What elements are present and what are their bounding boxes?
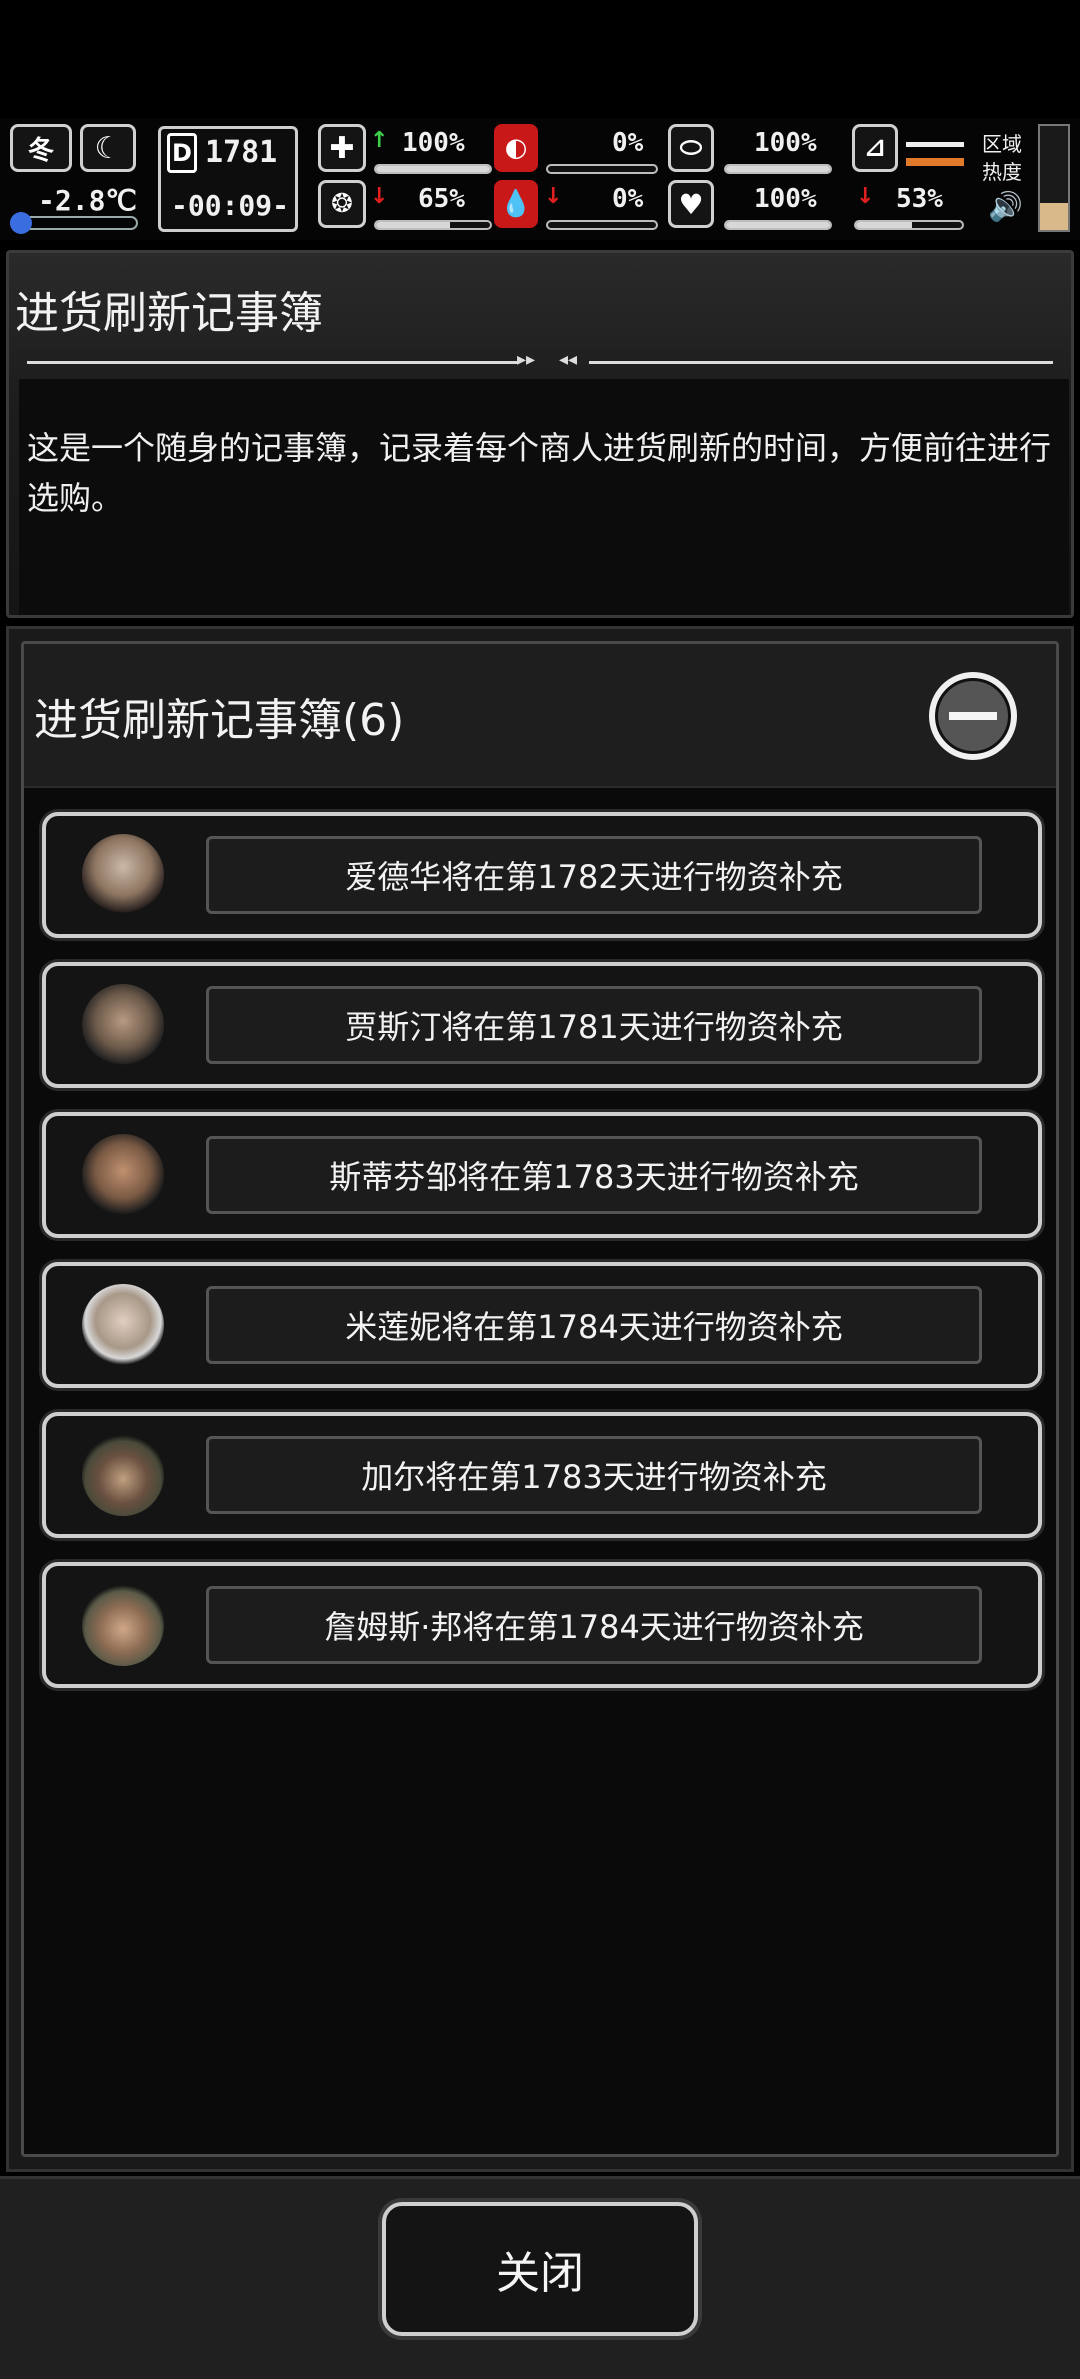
season-label: 冬 [27,135,54,166]
hunger-value: 0% [612,128,644,158]
list-item[interactable]: 贾斯汀将在第1781天进行物资补充 [42,962,1042,1088]
stamina-bar [724,164,832,174]
info-description: 这是一个随身的记事簿，记录着每个商人进货刷新的时间，方便前往进行选购。 [19,379,1069,615]
collapse-button[interactable] [929,672,1017,760]
restock-message: 詹姆斯·邦将在第1784天进行物资补充 [206,1586,982,1664]
day-icon: D [167,133,197,173]
health-value: 100% [402,128,465,158]
clock-readout: -00:09- [171,189,290,222]
mental-value: 65% [418,184,465,214]
temperature-gauge [10,212,138,234]
list-item[interactable]: 米莲妮将在第1784天进行物资补充 [42,1262,1042,1388]
arrow-left-icon: ◂◂ [559,349,578,370]
foot-icon: ⊿ [852,124,898,172]
hunger-bar [546,164,658,174]
merchant-avatar [82,834,164,916]
season-icon[interactable]: 冬 [10,124,72,172]
restock-message: 加尔将在第1783天进行物资补充 [206,1436,982,1514]
mood-value: 100% [754,184,817,214]
thirst-bar [546,220,658,230]
title-divider: ▸▸ ◂◂ [27,349,1053,370]
day-counter: 1781 [205,135,278,170]
mental-bar [374,220,492,230]
restock-list[interactable]: 进货刷新记事簿(6) 爱德华将在第1782天进行物资补充 贾斯汀将在第1781天… [21,641,1059,2157]
brain-icon: ❂ [318,180,366,228]
list-header: 进货刷新记事簿(6) [24,644,1056,788]
restock-message: 斯蒂芬邹将在第1783天进行物资补充 [206,1136,982,1214]
stamina-value: 100% [754,128,817,158]
thirst-value: 0% [612,184,644,214]
zone-heat-label: 区域 热度 [982,132,1022,184]
hunger-stat[interactable]: ◐ 0% [494,124,664,180]
restock-list-panel: 进货刷新记事簿(6) 爱德华将在第1782天进行物资补充 贾斯汀将在第1781天… [6,626,1074,2172]
restock-message: 贾斯汀将在第1781天进行物资补充 [206,986,982,1064]
fatigue-stat[interactable]: ⊿ [852,124,970,180]
merchant-avatar [82,1134,164,1216]
stomach-icon: ◐ [494,124,538,172]
weight-value: 53% [896,184,943,214]
system-status-bar [0,0,1080,118]
zone-heat-gauge [1038,124,1070,232]
merchant-avatar [82,1584,164,1666]
fatigue-line-accent [906,158,964,166]
mood-bar [724,220,832,230]
weight-stat[interactable]: ↓ 53% [852,180,970,236]
merchant-avatar [82,1284,164,1366]
restock-message: 米莲妮将在第1784天进行物资补充 [206,1286,982,1364]
arrow-right-icon: ▸▸ [517,349,536,370]
stamina-stat[interactable]: ⬭ 100% [668,124,836,180]
weight-bar [854,220,964,230]
info-title: 进货刷新记事簿 [15,288,323,339]
minus-icon [949,712,997,720]
fatigue-line [906,142,964,147]
list-item[interactable]: 詹姆斯·邦将在第1784天进行物资补充 [42,1562,1042,1688]
blood-drop-icon: 💧 [494,180,538,228]
merchant-avatar [82,1434,164,1516]
close-button[interactable]: 关闭 [382,2202,698,2336]
temperature-readout: -2.8℃ [38,184,137,217]
heart-icon: ♥ [668,180,714,228]
moon-icon[interactable]: ☾ [80,124,136,172]
thirst-stat[interactable]: 💧 ↓ 0% [494,180,664,236]
list-item[interactable]: 斯蒂芬邹将在第1783天进行物资补充 [42,1112,1042,1238]
day-time-panel[interactable]: D 1781 -00:09- [158,126,298,232]
restock-message: 爱德华将在第1782天进行物资补充 [206,836,982,914]
trend-up-icon: ↑ [370,128,389,153]
medkit-icon: ✚ [318,124,366,172]
pill-icon: ⬭ [668,124,714,172]
item-info-panel: 进货刷新记事簿 ▸▸ ◂◂ 这是一个随身的记事簿，记录着每个商人进货刷新的时间，… [6,250,1074,618]
list-item[interactable]: 加尔将在第1783天进行物资补充 [42,1412,1042,1538]
list-item[interactable]: 爱德华将在第1782天进行物资补充 [42,812,1042,938]
trend-down-icon: ↓ [856,184,875,209]
mood-stat[interactable]: ♥ 100% [668,180,836,236]
trend-down-icon: ↓ [544,184,563,209]
survival-hud: 冬 ☾ -2.8℃ D 1781 -00:09- ✚ ↑ 100% ❂ ↓ 65… [0,118,1080,240]
merchant-avatar [82,984,164,1066]
mental-stat[interactable]: ❂ ↓ 65% [318,180,496,236]
trend-down-icon: ↓ [370,184,389,209]
temperature-bulb-icon [10,212,32,234]
health-bar [374,164,492,174]
speaker-icon[interactable]: 🔊 [988,190,1023,223]
list-title: 进货刷新记事簿(6) [34,695,405,746]
